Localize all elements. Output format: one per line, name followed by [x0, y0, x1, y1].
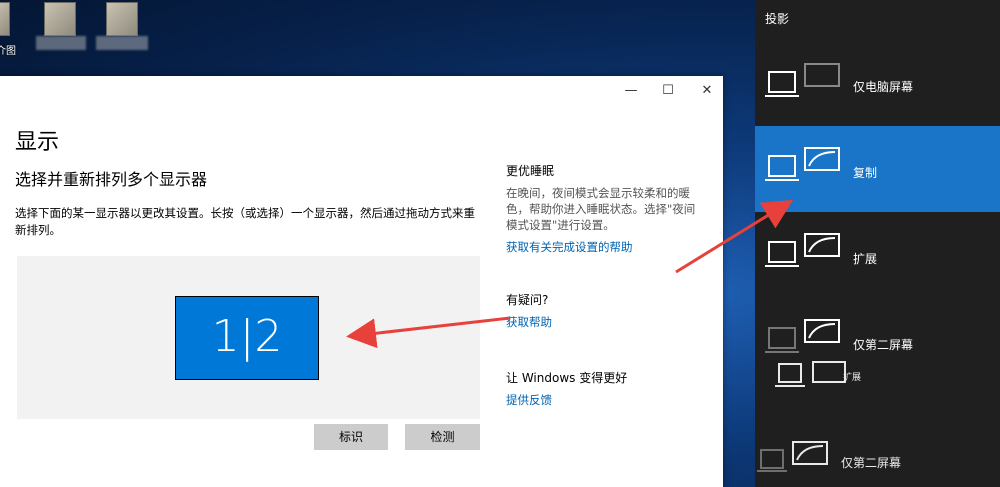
option-duplicate[interactable]: 复制	[755, 126, 1000, 212]
detect-button[interactable]: 检测	[405, 424, 480, 450]
option-extend[interactable]: 扩展	[755, 212, 1000, 298]
arrange-description: 选择下面的某一显示器以更改其设置。长按（或选择）一个显示器，然后通过拖动方式来重…	[15, 206, 475, 237]
feedback-section: 让 Windows 变得更好 提供反馈	[506, 369, 627, 408]
pc-screen-only-icon	[765, 63, 840, 97]
option-label: 复制	[853, 166, 878, 180]
question-section: 有疑问? 获取帮助	[506, 291, 552, 330]
section-heading: 选择并重新排列多个显示器	[15, 170, 208, 189]
ghost-option-label: 仅第二屏幕	[841, 456, 902, 470]
feedback-link[interactable]: 提供反馈	[506, 392, 627, 408]
blurred-label	[96, 36, 148, 50]
option-pc-screen-only[interactable]: 仅电脑屏幕	[755, 40, 1000, 126]
get-help-link[interactable]: 获取帮助	[506, 314, 552, 330]
sleep-heading: 更优睡眠	[506, 164, 555, 178]
blurred-label	[36, 36, 86, 50]
sleep-section: 更优睡眠 在晚间，夜间模式会显示较柔和的暖色，帮助你进入睡眠状态。选择"夜间模式…	[506, 162, 706, 255]
identify-button[interactable]: 标识	[314, 424, 388, 450]
maximize-button[interactable]: ☐	[646, 82, 690, 100]
option-label: 扩展	[853, 252, 878, 266]
file-thumbnail-icon	[106, 2, 138, 36]
file-thumbnail-icon	[44, 2, 76, 36]
display-settings-window: — ☐ ✕ 显示 选择并重新排列多个显示器 选择下面的某一显示器以更改其设置。长…	[0, 76, 723, 487]
desktop-icon-label: 介图	[0, 46, 16, 57]
ghost-option-second-screen-only: 仅第二屏幕	[755, 436, 1000, 476]
page-title: 显示	[15, 130, 60, 155]
question-heading: 有疑问?	[506, 293, 549, 307]
feedback-heading: 让 Windows 变得更好	[506, 371, 628, 385]
ghost-option-label: 扩展	[843, 373, 862, 383]
monitor-tile[interactable]: 1|2	[175, 296, 319, 380]
sleep-text: 在晚间，夜间模式会显示较柔和的暖色，帮助你进入睡眠状态。选择"夜间模式设置"进行…	[506, 186, 696, 232]
sleep-help-link[interactable]: 获取有关完成设置的帮助	[506, 239, 706, 255]
desktop-icon-1[interactable]: 介图	[0, 2, 38, 57]
file-thumbnail-icon	[0, 2, 10, 36]
monitor-arrangement-area[interactable]: 1|2	[17, 256, 480, 419]
extend-icon	[765, 233, 840, 267]
project-panel: 投影 仅电脑屏幕 复制 扩展 仅第二屏幕 扩展 仅第二屏幕	[755, 0, 1000, 487]
second-screen-only-icon	[757, 441, 828, 472]
panel-title: 投影	[765, 12, 790, 26]
option-label: 仅第二屏幕	[853, 338, 914, 352]
option-label: 仅电脑屏幕	[853, 80, 914, 94]
ghost-option-extend: 扩展	[755, 358, 1000, 398]
duplicate-icon	[765, 147, 840, 181]
close-button[interactable]: ✕	[685, 82, 729, 100]
